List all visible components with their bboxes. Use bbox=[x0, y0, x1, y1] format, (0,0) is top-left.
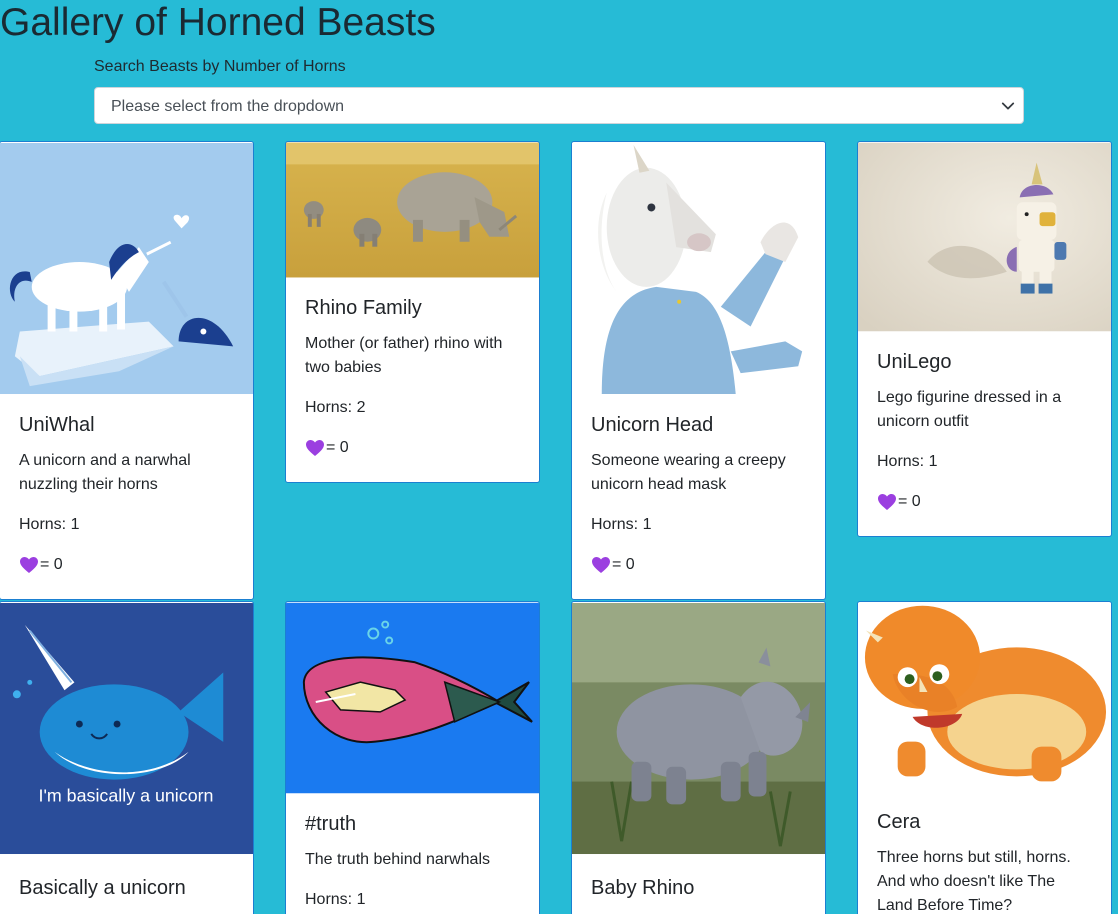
like-count: 0 bbox=[625, 556, 635, 573]
beast-likes: = 0 bbox=[591, 553, 806, 577]
horn-filter-label: Search Beasts by Number of Horns bbox=[94, 58, 346, 75]
beast-horns: Horns: 1 bbox=[305, 891, 366, 908]
beast-image[interactable] bbox=[858, 602, 1111, 792]
narwhal-illustration: I'm basically a unicorn bbox=[0, 602, 253, 855]
beast-likes: = 0 bbox=[19, 553, 234, 577]
cera-triceratops-illustration bbox=[858, 602, 1111, 792]
beast-card: I'm basically a unicorn Basically a unic… bbox=[0, 601, 254, 914]
beast-image[interactable] bbox=[286, 142, 539, 278]
beast-description: Three horns but still, horns. And who do… bbox=[877, 849, 1071, 914]
beast-likes: = 0 bbox=[877, 490, 1092, 514]
lego-unicorn-photo bbox=[858, 142, 1111, 332]
heart-icon bbox=[20, 557, 38, 573]
beast-title: UniLego bbox=[877, 351, 952, 373]
horn-filter-selected-value: Please select from the dropdown bbox=[111, 98, 345, 115]
beast-horns: Horns: 1 bbox=[591, 516, 652, 533]
beast-title: Rhino Family bbox=[305, 297, 422, 319]
beast-title: Baby Rhino bbox=[591, 877, 695, 899]
beast-horns: Horns: 2 bbox=[305, 399, 366, 416]
like-count: 0 bbox=[339, 439, 349, 456]
beast-title: Cera bbox=[877, 811, 921, 833]
page-title: Gallery of Horned Beasts bbox=[0, 1, 436, 44]
narwhal-truth-illustration bbox=[286, 602, 539, 794]
beast-image[interactable]: I'm basically a unicorn bbox=[0, 602, 253, 855]
beast-card: #truth The truth behind narwhals Horns: … bbox=[285, 601, 540, 914]
beast-image[interactable] bbox=[572, 602, 825, 855]
beast-image[interactable] bbox=[0, 142, 253, 395]
image-caption: I'm basically a unicorn bbox=[39, 785, 214, 805]
heart-icon bbox=[878, 494, 896, 510]
beast-description: Lego figurine dressed in a unicorn outfi… bbox=[877, 389, 1062, 430]
beast-likes: = 0 bbox=[305, 436, 520, 460]
beast-description: A unicorn and a narwhal nuzzling their h… bbox=[19, 452, 191, 493]
beast-image[interactable] bbox=[286, 602, 539, 794]
beast-description: Someone wearing a creepy unicorn head ma… bbox=[591, 452, 786, 493]
beast-card: UniLego Lego figurine dressed in a unico… bbox=[857, 141, 1112, 537]
beast-title: UniWhal bbox=[19, 414, 95, 436]
like-equals: = bbox=[898, 493, 912, 510]
beast-image[interactable] bbox=[858, 142, 1111, 332]
beast-card: Rhino Family Mother (or father) rhino wi… bbox=[285, 141, 540, 483]
beast-card: Unicorn Head Someone wearing a creepy un… bbox=[571, 141, 826, 600]
unicorn-narwhal-illustration bbox=[0, 142, 253, 395]
unicorn-head-mask-photo bbox=[572, 142, 825, 395]
baby-rhino-photo bbox=[572, 602, 825, 855]
beast-card: Baby Rhino bbox=[571, 601, 826, 914]
beast-title: Unicorn Head bbox=[591, 414, 714, 436]
beast-description: Mother (or father) rhino with two babies bbox=[305, 335, 503, 376]
like-equals: = bbox=[612, 556, 626, 573]
like-equals: = bbox=[40, 556, 54, 573]
heart-icon bbox=[306, 440, 324, 456]
beast-title: Basically a unicorn bbox=[19, 877, 186, 899]
chevron-down-icon bbox=[1001, 102, 1015, 110]
like-equals: = bbox=[326, 439, 340, 456]
beast-image[interactable] bbox=[572, 142, 825, 395]
like-count: 0 bbox=[53, 556, 63, 573]
horn-filter-select[interactable]: Please select from the dropdown bbox=[94, 87, 1024, 124]
beast-horns: Horns: 1 bbox=[877, 453, 938, 470]
beast-horns: Horns: 1 bbox=[19, 516, 80, 533]
beast-description: The truth behind narwhals bbox=[305, 851, 490, 868]
like-count: 0 bbox=[911, 493, 921, 510]
beast-title: #truth bbox=[305, 813, 357, 835]
beast-card: UniWhal A unicorn and a narwhal nuzzling… bbox=[0, 141, 254, 600]
heart-icon bbox=[592, 557, 610, 573]
rhino-family-photo bbox=[286, 142, 539, 278]
beast-card: Cera Three horns but still, horns. And w… bbox=[857, 601, 1112, 914]
